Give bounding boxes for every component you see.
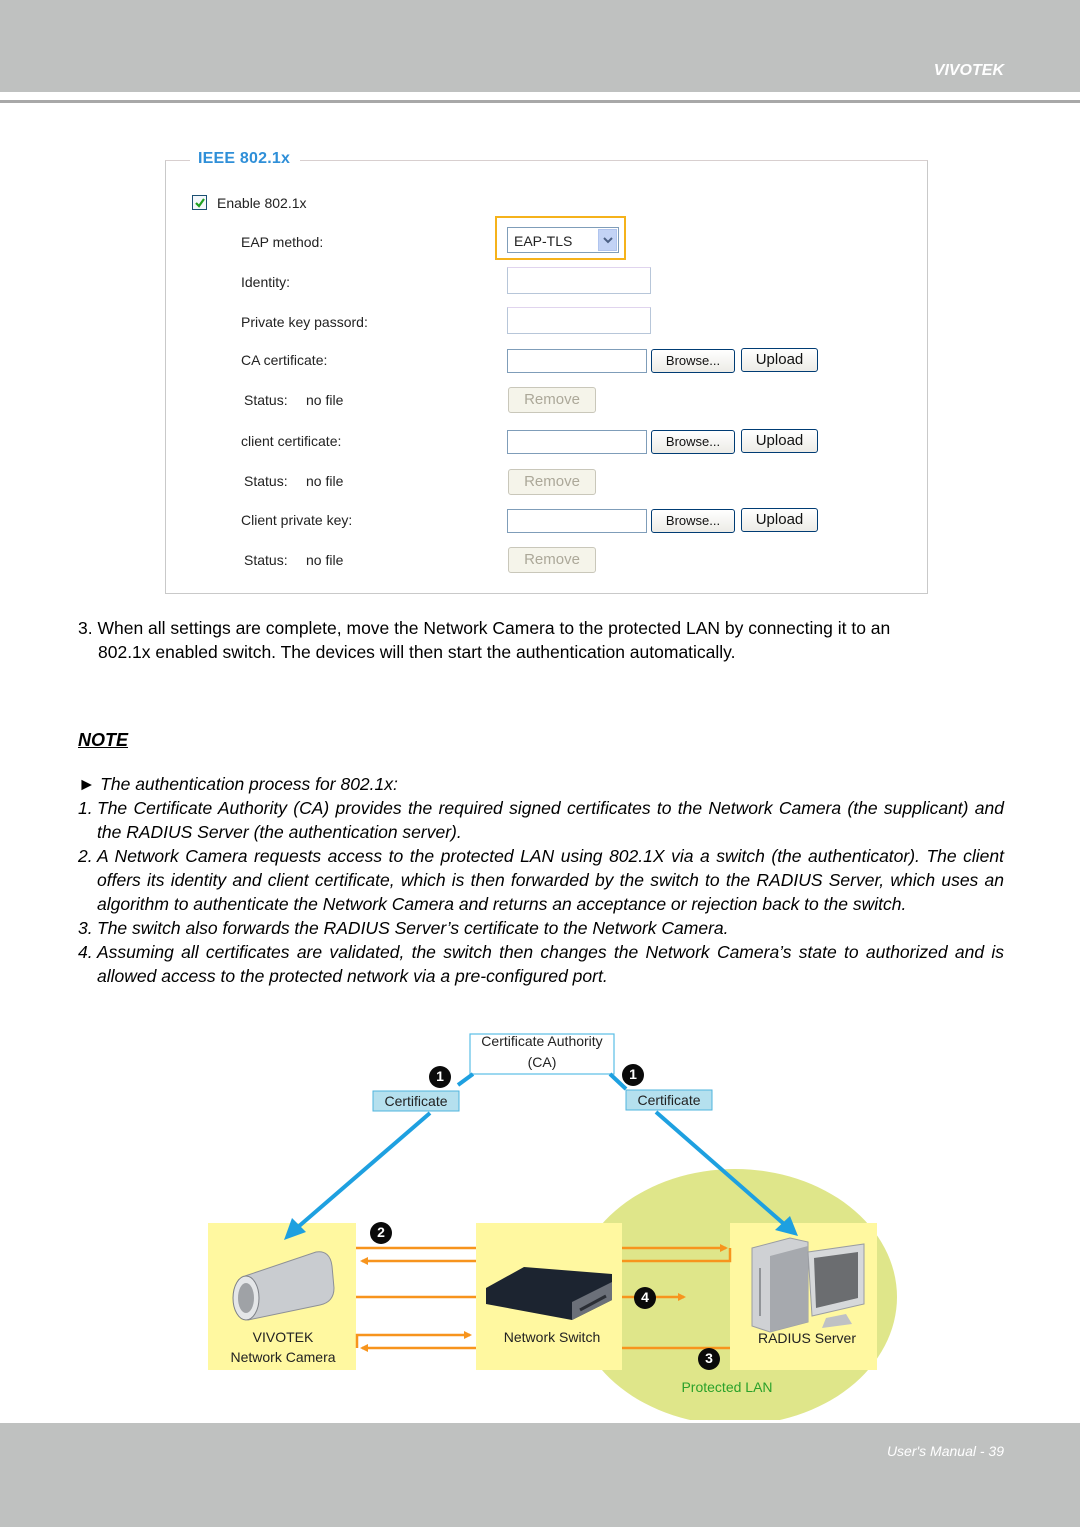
ca-certificate-browse-button[interactable]: Browse...	[651, 349, 735, 373]
identity-label: Identity:	[241, 274, 291, 290]
ca-label-line-1: Certificate Authority	[481, 1033, 603, 1049]
note-item-number: 1.	[78, 798, 93, 818]
switch-label: Network Switch	[503, 1329, 601, 1345]
note-intro: ► The authentication process for 802.1x:	[78, 774, 398, 794]
client-private-key-file-input[interactable]	[507, 509, 647, 533]
client-private-key-remove-button[interactable]: Remove	[508, 547, 596, 573]
ca-certificate-label: CA certificate:	[241, 352, 328, 368]
badge-number: 3	[705, 1350, 713, 1366]
eap-method-select[interactable]: EAP-TLS	[507, 227, 619, 253]
page-footer: User's Manual - 39	[0, 1423, 1080, 1527]
note-item: 3. The switch also forwards the RADIUS S…	[78, 916, 1004, 940]
ca-certificate-upload-button[interactable]: Upload	[741, 348, 818, 372]
camera-label-line-1: VIVOTEK	[252, 1329, 314, 1345]
ca-certificate-status-value: no file	[306, 392, 344, 408]
certificate-label-right: Certificate	[637, 1092, 701, 1108]
client-certificate-status-value: no file	[306, 473, 344, 489]
ca-left-line	[456, 1072, 475, 1087]
protected-lan-label: Protected LAN	[681, 1379, 773, 1395]
note-item-text: The switch also forwards the RADIUS Serv…	[97, 918, 729, 938]
chevron-down-icon[interactable]	[598, 229, 617, 251]
camera-label-line-2: Network Camera	[230, 1349, 336, 1365]
8021x-authentication-diagram: 1 1 2 4 3 Certificate Authority (CA) Cer…	[0, 1020, 1080, 1420]
client-private-key-browse-button[interactable]: Browse...	[651, 509, 735, 533]
client-private-key-label: Client private key:	[241, 512, 353, 528]
client-certificate-status-label: Status:	[244, 473, 288, 489]
eap-method-label: EAP method:	[241, 234, 324, 250]
ca-certificate-remove-button[interactable]: Remove	[508, 387, 596, 413]
diagram-graphics	[208, 1033, 897, 1420]
client-certificate-browse-button[interactable]: Browse...	[651, 430, 735, 454]
client-private-key-upload-button[interactable]: Upload	[741, 508, 818, 532]
badge-number: 4	[641, 1289, 649, 1305]
checkmark-icon	[195, 198, 205, 208]
brand-logo: VIVOTEK	[933, 62, 1004, 79]
note-heading: NOTE	[78, 730, 129, 750]
page-header: VIVOTEK	[0, 0, 1080, 92]
header-divider	[0, 100, 1080, 103]
note-item-text: Assuming all certificates are validated,…	[97, 942, 1004, 986]
note-item-number: 2.	[78, 846, 93, 866]
step-3-paragraph: 3. When all settings are complete, move …	[78, 616, 890, 640]
client-private-key-status-value: no file	[306, 552, 344, 568]
badge-number: 1	[629, 1066, 637, 1082]
enable-8021x-label: Enable 802.1x	[217, 195, 307, 211]
note-item: 2. A Network Camera requests access to t…	[78, 844, 1004, 916]
note-item-number: 4.	[78, 942, 93, 962]
page-number: User's Manual - 39	[886, 1443, 1004, 1459]
step-3-number: 3.	[78, 618, 93, 638]
eap-method-value: EAP-TLS	[514, 233, 573, 249]
badge-number: 1	[436, 1068, 444, 1084]
orange-arrow-to-switch	[355, 1331, 472, 1348]
private-key-password-label: Private key passord:	[241, 314, 368, 330]
step-3-line-2: 802.1x enabled switch. The devices will …	[98, 642, 736, 662]
client-certificate-label: client certificate:	[241, 433, 342, 449]
identity-input[interactable]	[507, 267, 651, 294]
client-certificate-file-input[interactable]	[507, 430, 647, 454]
ca-certificate-file-input[interactable]	[507, 349, 647, 373]
note-list: 1. The Certificate Authority (CA) provid…	[78, 796, 1004, 988]
radius-server-icon	[751, 1237, 865, 1333]
note-item-text: The Certificate Authority (CA) provides …	[97, 798, 1004, 842]
note-item: 4. Assuming all certificates are validat…	[78, 940, 1004, 988]
step-3-paragraph-cont: 802.1x enabled switch. The devices will …	[98, 640, 736, 664]
server-label: RADIUS Server	[757, 1330, 857, 1346]
client-certificate-remove-button[interactable]: Remove	[508, 469, 596, 495]
blue-arrow-to-camera	[296, 1111, 432, 1229]
enable-8021x-checkbox[interactable]	[192, 195, 207, 210]
badge-number: 2	[377, 1224, 385, 1240]
note-item-text: A Network Camera requests access to the …	[97, 846, 1004, 914]
ieee-8021x-panel: IEEE 802.1x Enable 802.1x EAP method: EA…	[165, 150, 928, 594]
step-3-line-1: When all settings are complete, move the…	[97, 618, 891, 638]
client-private-key-status-label: Status:	[244, 552, 288, 568]
panel-legend: IEEE 802.1x	[190, 150, 301, 168]
ca-certificate-status-label: Status:	[244, 392, 288, 408]
private-key-password-input[interactable]	[507, 307, 651, 334]
note-item: 1. The Certificate Authority (CA) provid…	[78, 796, 1004, 844]
note-item-number: 3.	[78, 918, 93, 938]
ca-label-line-2: (CA)	[527, 1054, 557, 1070]
certificate-label-left: Certificate	[384, 1093, 448, 1109]
client-certificate-upload-button[interactable]: Upload	[741, 429, 818, 453]
